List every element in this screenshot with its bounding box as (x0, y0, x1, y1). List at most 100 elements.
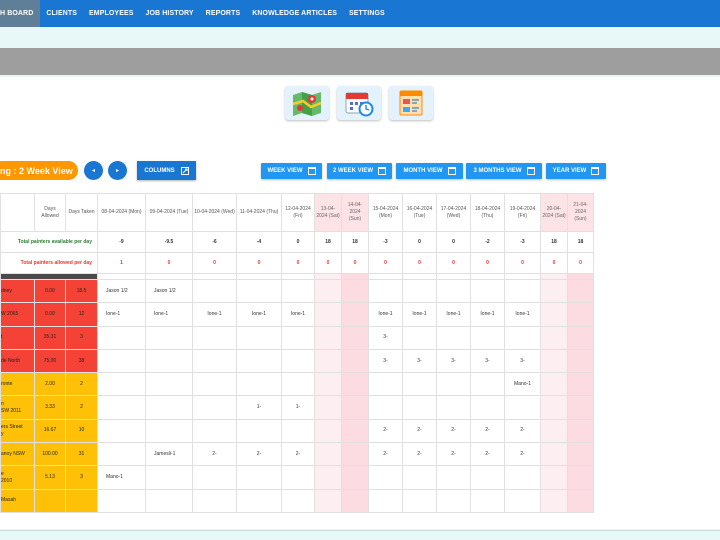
job-row[interactable]: ronte 2.00 2 Mano-1 (0, 372, 594, 397)
schedule-cell[interactable] (470, 372, 505, 397)
schedule-cell[interactable] (281, 348, 315, 374)
schedule-cell[interactable] (281, 418, 315, 444)
schedule-cell[interactable] (540, 395, 568, 420)
date-header[interactable]: 21-04-2024 (Sun) (567, 193, 594, 232)
schedule-cell[interactable]: Ione-1 (470, 302, 505, 327)
schedule-cell[interactable] (192, 465, 237, 490)
schedule-cell[interactable] (504, 465, 541, 490)
schedule-cell[interactable] (97, 325, 146, 350)
schedule-cell[interactable] (402, 395, 437, 420)
schedule-cell[interactable] (540, 418, 568, 444)
schedule-cell[interactable] (540, 278, 568, 304)
schedule-cell[interactable] (436, 465, 471, 490)
schedule-cell[interactable] (436, 395, 471, 420)
date-header[interactable]: 16-04-2024 (Tue) (402, 193, 437, 232)
schedule-cell[interactable] (436, 325, 471, 350)
nav-settings[interactable]: SETTINGS (343, 0, 391, 27)
schedule-cell[interactable] (97, 395, 146, 420)
schedule-cell[interactable] (97, 488, 146, 513)
schedule-cell[interactable]: Ione-1 (504, 302, 541, 327)
job-name-cell[interactable]: anoy NSW (0, 442, 35, 467)
nav-job-history[interactable]: JOB HISTORY (140, 0, 200, 27)
planner-button[interactable] (389, 86, 433, 120)
schedule-cell[interactable] (341, 395, 369, 420)
schedule-cell[interactable] (192, 278, 237, 304)
schedule-cell[interactable] (236, 418, 282, 444)
schedule-cell[interactable] (314, 488, 342, 513)
schedule-cell[interactable] (402, 325, 437, 350)
date-header[interactable]: 19-04-2024 (Fri) (504, 193, 541, 232)
schedule-cell[interactable]: Jason 1/2 (97, 278, 146, 304)
nav-reports[interactable]: REPORTS (200, 0, 247, 27)
schedule-cell[interactable] (97, 348, 146, 374)
schedule-cell[interactable] (540, 325, 568, 350)
schedule-cell[interactable] (341, 488, 369, 513)
schedule-cell[interactable] (368, 395, 403, 420)
job-name-cell[interactable]: W 2065 (0, 302, 35, 327)
schedule-cell[interactable] (567, 465, 594, 490)
schedule-cell[interactable] (567, 418, 594, 444)
schedule-cell[interactable] (402, 465, 437, 490)
schedule-cell[interactable] (402, 278, 437, 304)
schedule-cell[interactable] (314, 395, 342, 420)
schedule-cell[interactable] (341, 302, 369, 327)
schedule-cell[interactable] (97, 442, 146, 467)
schedule-cell[interactable] (145, 488, 193, 513)
schedule-cell[interactable] (192, 418, 237, 444)
schedule-cell[interactable]: 2- (368, 442, 403, 467)
three-months-view-button[interactable]: 3 MONTHS VIEW (466, 163, 542, 179)
schedule-cell[interactable] (192, 325, 237, 350)
columns-button[interactable]: COLUMNS (137, 161, 196, 180)
schedule-cell[interactable] (540, 488, 568, 513)
schedule-cell[interactable] (236, 465, 282, 490)
schedule-cell[interactable] (314, 348, 342, 374)
schedule-cell[interactable] (436, 372, 471, 397)
job-name-cell[interactable]: n SW 2011 (0, 395, 35, 420)
schedule-cell[interactable] (192, 395, 237, 420)
nav-dispatch-board[interactable]: H BOARD (0, 0, 41, 27)
job-row[interactable]: dney 0.00 18.5 Jason 1/2 Jason 1/2 (0, 278, 594, 304)
schedule-cell[interactable] (504, 395, 541, 420)
schedule-cell[interactable] (192, 348, 237, 374)
date-header[interactable]: 18-04-2024 (Thu) (470, 193, 505, 232)
schedule-cell[interactable] (145, 395, 193, 420)
schedule-cell[interactable]: 2- (504, 418, 541, 444)
job-name-cell[interactable]: ronte (0, 372, 35, 397)
schedule-cell[interactable] (314, 325, 342, 350)
schedule-cell[interactable] (567, 395, 594, 420)
schedule-cell[interactable]: Mano-1 (97, 465, 146, 490)
date-header[interactable]: 15-04-2024 (Mon) (368, 193, 403, 232)
schedule-cell[interactable]: 3- (402, 348, 437, 374)
schedule-cell[interactable] (567, 442, 594, 467)
month-view-button[interactable]: MONTH VIEW (396, 163, 463, 179)
date-header[interactable]: 11-04-2024 (Thu) (236, 193, 282, 232)
schedule-cell[interactable] (567, 348, 594, 374)
week-view-button[interactable]: WEEK VIEW (261, 163, 322, 179)
job-name-cell[interactable]: de North (0, 348, 35, 374)
schedule-cell[interactable] (470, 395, 505, 420)
schedule-cell[interactable]: Ione-1 (436, 302, 471, 327)
schedule-cell[interactable]: 2- (436, 442, 471, 467)
schedule-cell[interactable]: 2- (470, 442, 505, 467)
schedule-cell[interactable]: 2- (470, 418, 505, 444)
schedule-cell[interactable] (281, 465, 315, 490)
schedule-cell[interactable] (314, 465, 342, 490)
schedule-cell[interactable] (567, 325, 594, 350)
two-week-view-button[interactable]: 2 WEEK VIEW (327, 163, 392, 179)
schedule-cell[interactable] (540, 372, 568, 397)
date-header[interactable]: 12-04-2024 (Fri) (281, 193, 315, 232)
schedule-cell[interactable]: Ione-1 (236, 302, 282, 327)
schedule-cell[interactable]: 2- (504, 442, 541, 467)
date-header[interactable]: 08-04-2024 (Mon) (97, 193, 146, 232)
schedule-cell[interactable] (341, 442, 369, 467)
job-name-cell[interactable]: Masah (0, 488, 35, 513)
schedule-cell[interactable] (341, 348, 369, 374)
job-row[interactable]: W 2065 0.00 12 Ione-1 Ione-1 Ione-1 Ione-1 Ione… (0, 302, 594, 327)
job-row[interactable]: n SW 2011 3.33 2 1- 1- (0, 395, 594, 420)
schedule-cell[interactable] (341, 418, 369, 444)
prev-period-button[interactable]: ◂ (84, 161, 103, 180)
schedule-cell[interactable] (470, 278, 505, 304)
schedule-cell[interactable] (97, 372, 146, 397)
schedule-cell[interactable] (145, 325, 193, 350)
schedule-cell[interactable] (368, 465, 403, 490)
